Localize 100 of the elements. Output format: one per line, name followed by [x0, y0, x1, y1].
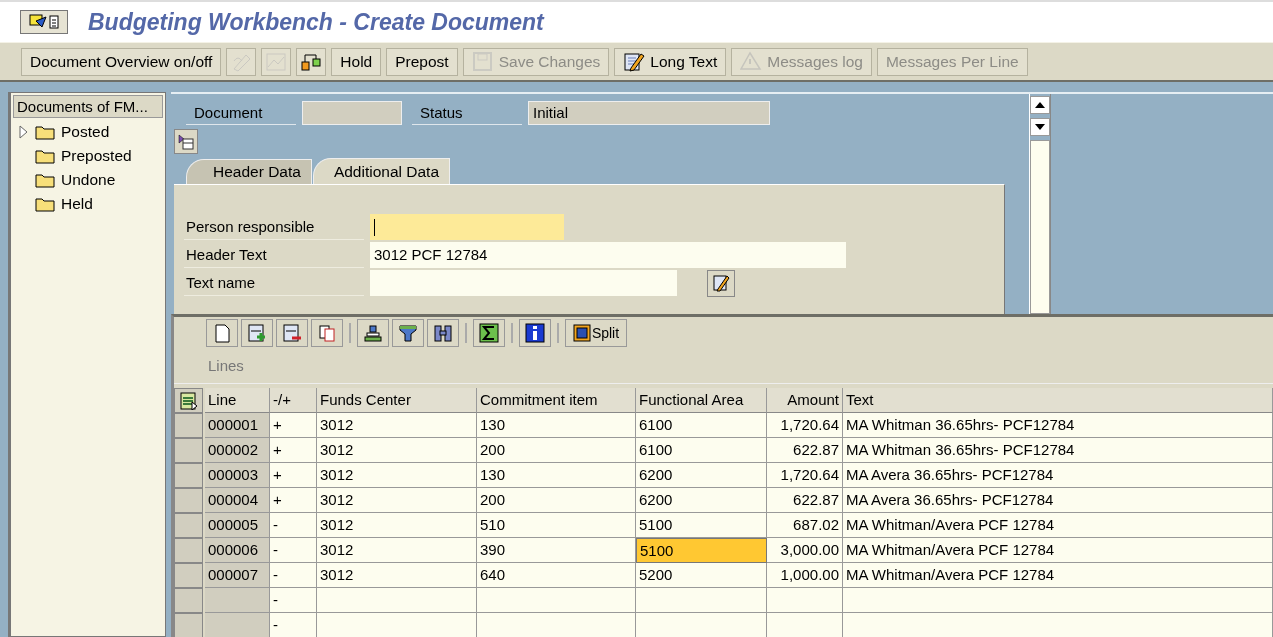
delete-row-button[interactable] — [276, 319, 308, 347]
scroll-down-button[interactable] — [1030, 118, 1050, 136]
column-header[interactable]: Funds Center — [317, 388, 477, 413]
column-header[interactable]: Functional Area — [636, 388, 767, 413]
table-cell[interactable] — [843, 613, 1273, 637]
table-cell[interactable] — [317, 613, 477, 637]
table-cell[interactable]: MA Whitman/Avera PCF 12784 — [843, 538, 1273, 563]
table-cell[interactable]: 510 — [477, 513, 636, 538]
column-header[interactable]: Commitment item — [477, 388, 636, 413]
collapse-button[interactable] — [174, 129, 198, 154]
table-cell[interactable]: MA Avera 36.65hrs- PCF12784 — [843, 488, 1273, 513]
table-cell[interactable]: 3,000.00 — [767, 538, 843, 563]
table-cell[interactable]: 130 — [477, 413, 636, 438]
table-cell[interactable]: - — [270, 513, 317, 538]
table-cell[interactable]: 1,720.64 — [767, 413, 843, 438]
toolbar-button[interactable]: Long Text — [614, 47, 727, 76]
expand-icon[interactable] — [19, 125, 29, 139]
table-cell[interactable]: 5100 — [636, 513, 767, 538]
table-cell[interactable]: - — [270, 588, 317, 613]
table-cell[interactable]: + — [270, 438, 317, 463]
column-header[interactable]: Line — [205, 388, 270, 413]
table-cell[interactable] — [636, 613, 767, 637]
table-cell[interactable] — [843, 588, 1273, 613]
scroll-bar[interactable] — [1029, 94, 1051, 314]
menu-button[interactable] — [20, 10, 68, 34]
table-cell[interactable]: 3012 — [317, 438, 477, 463]
table-cell[interactable]: - — [270, 563, 317, 588]
tree-item[interactable]: Posted — [61, 123, 110, 141]
sum-button[interactable] — [473, 319, 505, 347]
scroll-up-button[interactable] — [1030, 96, 1050, 114]
row-selector[interactable] — [174, 463, 203, 488]
table-cell[interactable]: 3012 — [317, 538, 477, 563]
table-cell[interactable]: 3012 — [317, 513, 477, 538]
column-header[interactable]: -/+ — [270, 388, 317, 413]
new-document-button[interactable] — [206, 319, 238, 347]
column-header[interactable]: Amount — [767, 388, 843, 413]
copy-button[interactable] — [311, 319, 343, 347]
table-cell[interactable]: 200 — [477, 438, 636, 463]
row-selector[interactable] — [174, 438, 203, 463]
toolbar-button[interactable]: Hold — [331, 47, 382, 76]
row-selector[interactable] — [174, 538, 203, 563]
table-cell[interactable]: 1,720.64 — [767, 463, 843, 488]
table-cell[interactable]: 3012 — [317, 563, 477, 588]
table-cell[interactable]: MA Whitman/Avera PCF 12784 — [843, 563, 1273, 588]
table-cell[interactable]: 6100 — [636, 438, 767, 463]
table-cell[interactable]: 3012 — [317, 463, 477, 488]
column-header[interactable]: Text — [843, 388, 1273, 413]
filter-button[interactable] — [392, 319, 424, 347]
table-cell[interactable]: MA Avera 36.65hrs- PCF12784 — [843, 463, 1273, 488]
table-cell[interactable]: 200 — [477, 488, 636, 513]
table-cell[interactable] — [477, 613, 636, 637]
table-cell[interactable]: + — [270, 413, 317, 438]
table-cell[interactable]: - — [270, 613, 317, 637]
table-cell[interactable]: 687.02 — [767, 513, 843, 538]
split-button[interactable]: Split — [565, 319, 627, 347]
table-cell[interactable]: + — [270, 463, 317, 488]
table-cell[interactable]: MA Whitman/Avera PCF 12784 — [843, 513, 1273, 538]
table-cell[interactable]: 5200 — [636, 563, 767, 588]
table-cell[interactable]: 6100 — [636, 413, 767, 438]
table-cell[interactable]: 3012 — [317, 488, 477, 513]
tab[interactable]: Additional Data — [312, 158, 450, 184]
info-button[interactable] — [519, 319, 551, 347]
table-cell[interactable]: 6200 — [636, 463, 767, 488]
table-cell[interactable]: 640 — [477, 563, 636, 588]
binoculars-button[interactable] — [427, 319, 459, 347]
table-cell[interactable] — [767, 588, 843, 613]
tree-item[interactable]: Preposted — [61, 147, 132, 165]
table-cell[interactable]: 3012 — [317, 413, 477, 438]
row-selector[interactable] — [174, 488, 203, 513]
table-cell[interactable] — [767, 613, 843, 637]
toolbar-button[interactable]: Document Overview on/off — [21, 47, 222, 76]
table-cell[interactable]: 5100 — [636, 538, 767, 563]
table-cell[interactable]: 130 — [477, 463, 636, 488]
tab[interactable]: Header Data — [186, 159, 312, 184]
tree-item[interactable]: Undone — [61, 171, 116, 189]
table-cell[interactable]: MA Whitman 36.65hrs- PCF12784 — [843, 438, 1273, 463]
tree-item[interactable]: Held — [61, 195, 93, 213]
table-cell[interactable]: - — [270, 538, 317, 563]
table-cell[interactable]: MA Whitman 36.65hrs- PCF12784 — [843, 413, 1273, 438]
row-selector[interactable] — [174, 563, 203, 588]
table-cell[interactable]: 622.87 — [767, 438, 843, 463]
table-cell[interactable]: 622.87 — [767, 488, 843, 513]
row-selector[interactable] — [174, 513, 203, 538]
edit-button[interactable] — [707, 269, 735, 297]
select-all-button[interactable] — [174, 388, 203, 413]
row-selector[interactable] — [174, 588, 203, 613]
toolbar-button[interactable]: Prepost — [386, 47, 458, 76]
table-cell[interactable]: 6200 — [636, 488, 767, 513]
table-cell[interactable]: + — [270, 488, 317, 513]
input-field[interactable] — [370, 214, 564, 240]
row-selector[interactable] — [174, 613, 203, 637]
table-cell[interactable] — [477, 588, 636, 613]
input-field[interactable]: 3012 PCF 12784 — [370, 242, 846, 268]
insert-row-button[interactable] — [241, 319, 273, 347]
table-cell[interactable]: 1,000.00 — [767, 563, 843, 588]
table-cell[interactable] — [636, 588, 767, 613]
table-cell[interactable] — [317, 588, 477, 613]
tree-header[interactable]: Documents of FM... — [13, 95, 163, 118]
sort-button[interactable] — [357, 319, 389, 347]
table-cell[interactable]: 390 — [477, 538, 636, 563]
